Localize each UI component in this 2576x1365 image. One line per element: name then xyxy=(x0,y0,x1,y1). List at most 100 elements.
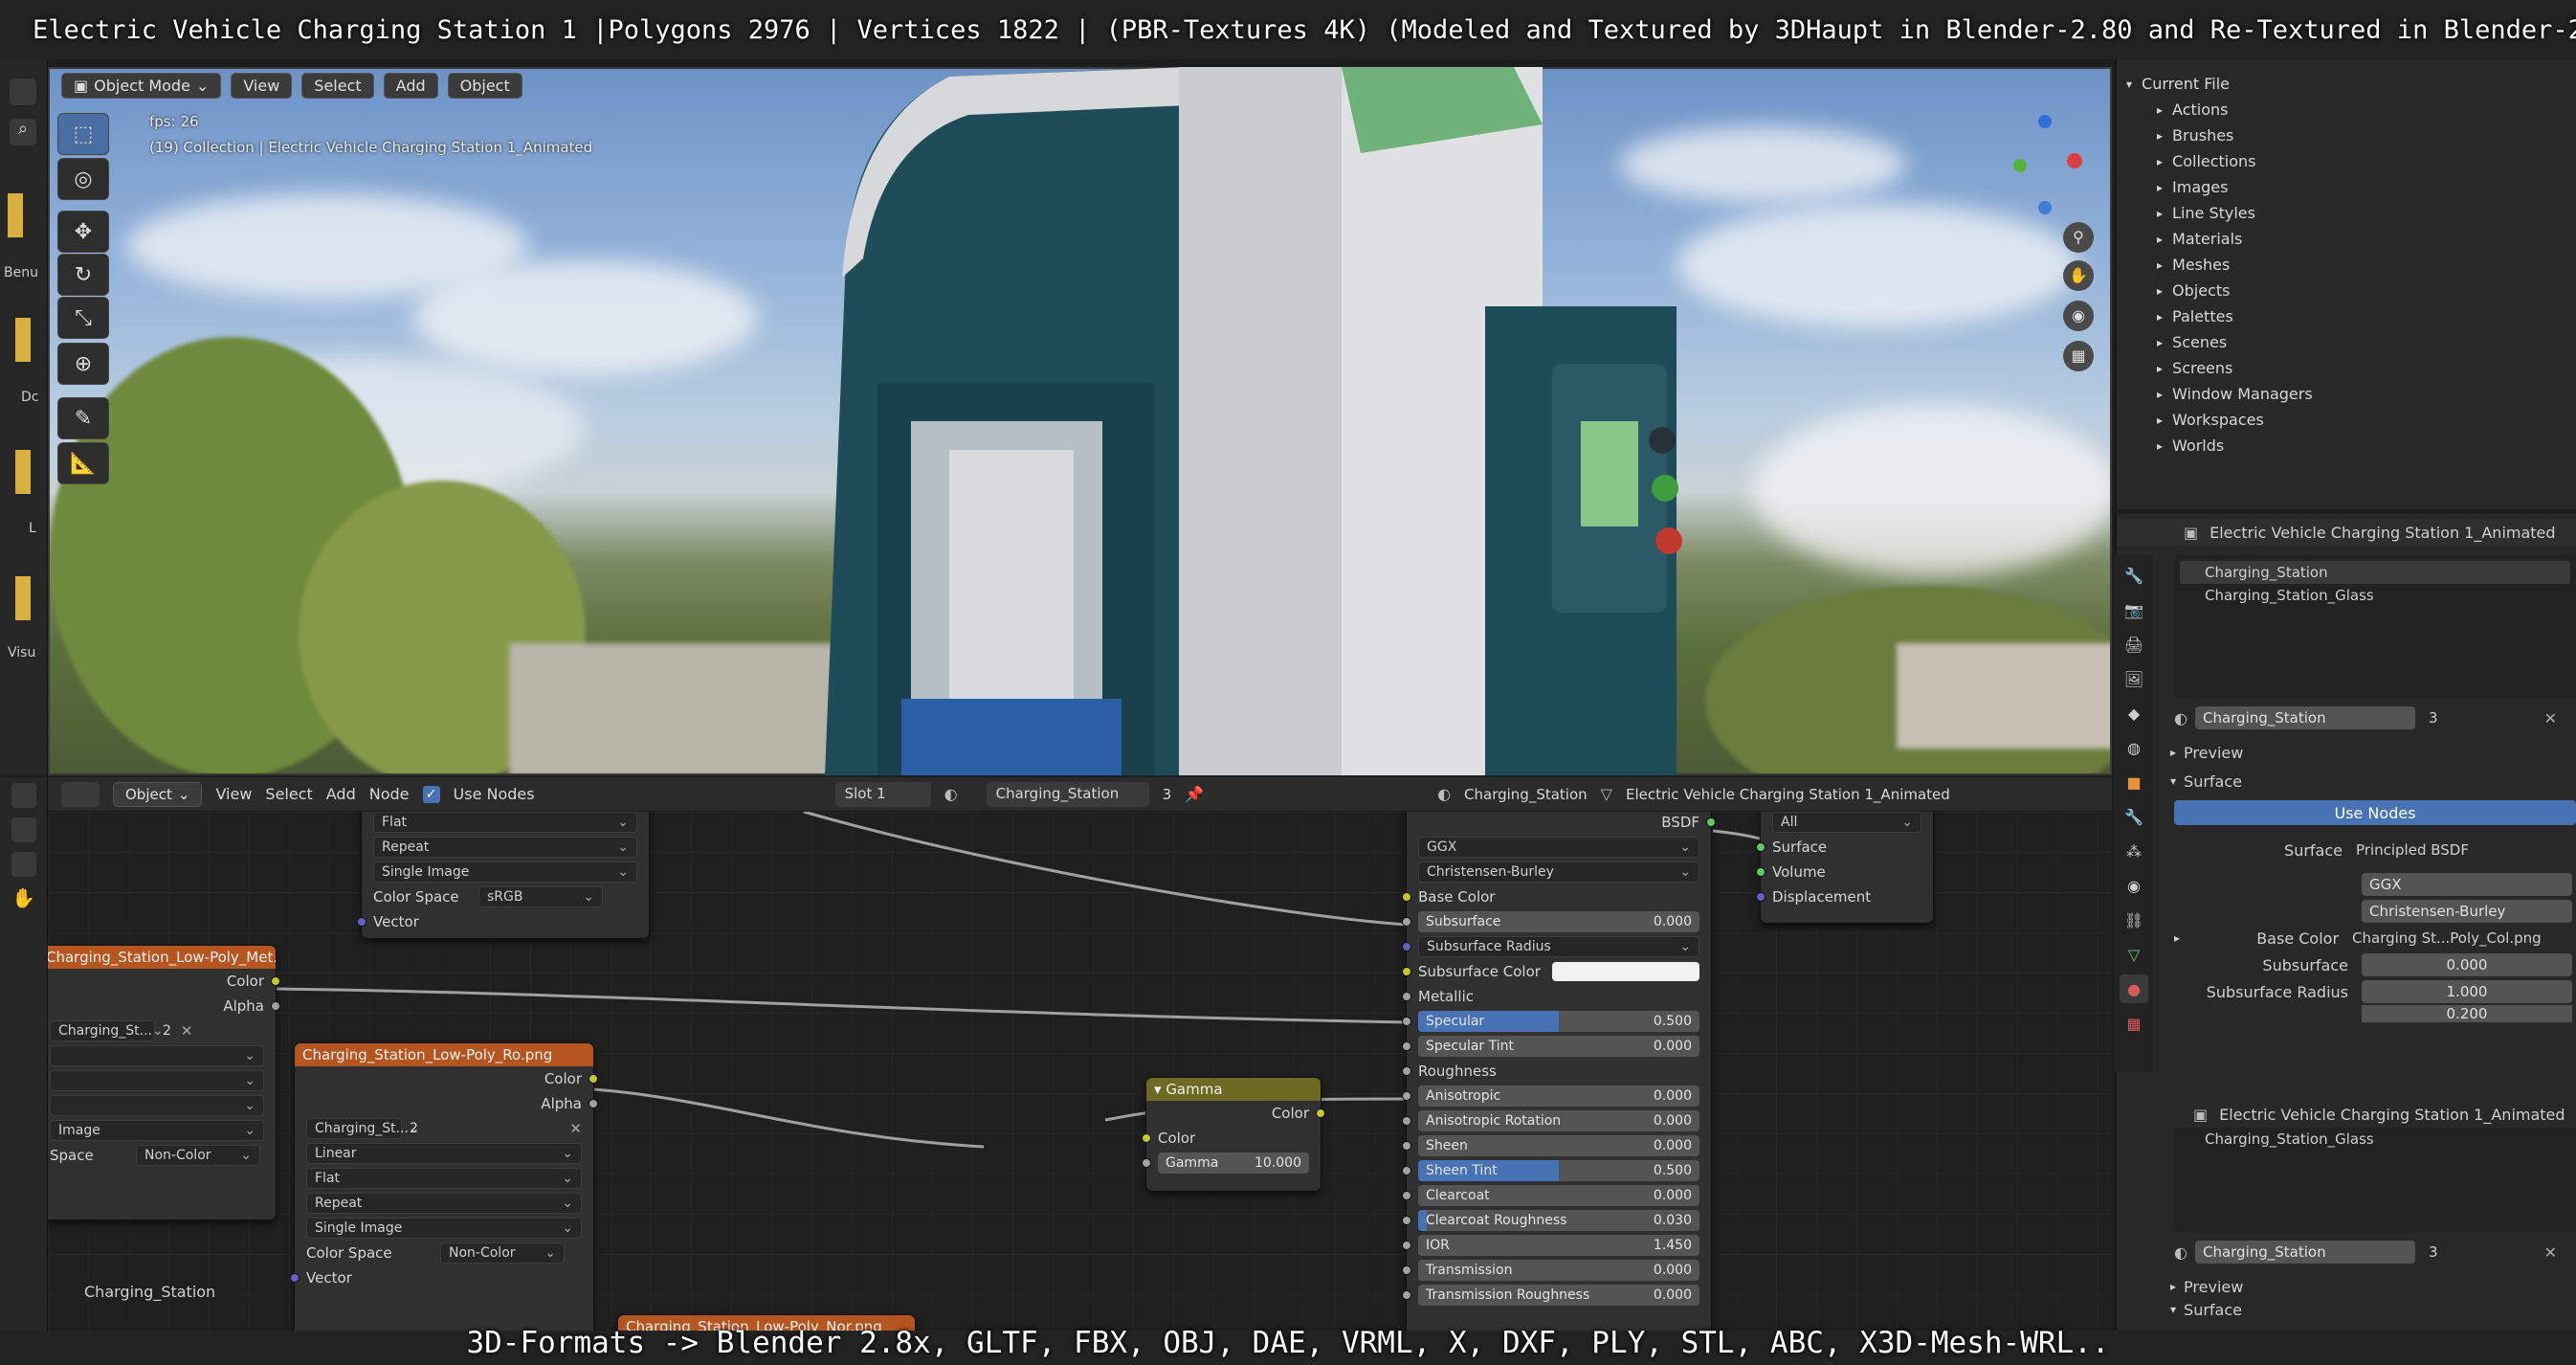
field-socket[interactable] xyxy=(1402,1241,1411,1250)
slot-item[interactable]: Charging_Station_Glass xyxy=(2180,584,2570,607)
object-type-dropdown[interactable]: Object ⌄ xyxy=(113,781,203,807)
add-menu[interactable]: Add xyxy=(326,785,356,803)
interpolation-dropdown[interactable] xyxy=(50,1045,264,1066)
field-socket[interactable] xyxy=(1402,1141,1411,1151)
outliner-item[interactable]: ▸ Meshes xyxy=(2157,252,2576,278)
outliner-item[interactable]: ▸ Worlds xyxy=(2157,433,2576,459)
node-canvas[interactable]: Flat Repeat Single Image Color Space sRGB… xyxy=(48,812,2112,1331)
slot-dropdown[interactable]: Slot 1 xyxy=(834,781,931,807)
close-icon[interactable]: ✕ xyxy=(2544,709,2557,727)
rotate-tool-icon[interactable]: ↻ xyxy=(57,254,109,296)
users-count[interactable]: 3 xyxy=(2429,709,2438,727)
editor-type-dropdown[interactable] xyxy=(61,781,100,807)
object-menu[interactable]: Object xyxy=(447,72,522,99)
image-texture-node[interactable]: Charging_Station_Low-Poly_Met.png Color … xyxy=(48,946,280,1220)
preview-panel-label[interactable]: Preview xyxy=(2184,1278,2243,1296)
base-color-socket[interactable] xyxy=(1402,892,1411,902)
preview-panel-label[interactable]: Preview xyxy=(2184,744,2243,762)
surface-panel-label[interactable]: Surface xyxy=(2184,772,2242,791)
bsdf-field[interactable]: Sheen Tint 0.500 xyxy=(1418,1160,1699,1181)
image-field[interactable]: Charging_St... xyxy=(50,1020,155,1041)
field-socket[interactable] xyxy=(1402,1017,1411,1026)
render-tab-icon[interactable]: 📷 xyxy=(2120,595,2148,624)
pan-hand-icon[interactable]: ✋ xyxy=(11,886,36,911)
bsdf-field[interactable]: IOR 1.450 xyxy=(1418,1235,1699,1256)
material-slot-list[interactable]: Charging_Station_Glass xyxy=(2174,1128,2576,1233)
color-space-dropdown[interactable]: sRGB xyxy=(478,886,603,907)
users-count[interactable]: 2 xyxy=(163,1023,171,1039)
projection-dropdown[interactable] xyxy=(50,1070,264,1091)
alpha-socket[interactable] xyxy=(588,1099,598,1108)
camera-icon[interactable]: ◉ xyxy=(2063,301,2094,331)
gamma-node[interactable]: ▾ Gamma Color Color Gamma 10.000 xyxy=(1142,1078,1325,1191)
extension-dropdown[interactable] xyxy=(50,1095,264,1116)
outliner-item[interactable]: ▸ Materials xyxy=(2157,226,2576,252)
use-nodes-button[interactable]: Use Nodes xyxy=(2174,800,2576,825)
slot-item[interactable]: Charging_Station xyxy=(2180,561,2570,584)
add-menu[interactable]: Add xyxy=(383,72,438,99)
subsurface-method-dropdown[interactable]: Christensen-Burley xyxy=(2362,900,2572,923)
gamma-field[interactable]: Gamma 10.000 xyxy=(1158,1152,1309,1174)
field-socket[interactable] xyxy=(1402,917,1411,927)
image-icon[interactable] xyxy=(11,817,36,842)
field-socket[interactable] xyxy=(1402,1265,1411,1275)
source-dropdown[interactable]: Single Image xyxy=(373,862,637,883)
output-tab-icon[interactable]: 🖨 xyxy=(2120,630,2148,659)
field-socket[interactable] xyxy=(1402,1191,1411,1200)
physics-tab-icon[interactable]: ◉ xyxy=(2120,871,2148,900)
bsdf-field[interactable]: Specular 0.500 xyxy=(1418,1011,1699,1032)
surface-socket[interactable] xyxy=(1756,842,1765,852)
bsdf-field[interactable]: Sheen 0.000 xyxy=(1418,1135,1699,1156)
surface-panel-label[interactable]: Surface xyxy=(2184,1301,2242,1319)
image-field[interactable]: Charging_St... xyxy=(306,1118,409,1139)
outliner-item[interactable]: ▸ Scenes xyxy=(2157,329,2576,355)
close-icon[interactable]: ✕ xyxy=(569,1120,582,1137)
field-socket[interactable] xyxy=(1402,1216,1411,1225)
pin-icon[interactable]: 📌 xyxy=(1185,785,1204,803)
principled-bsdf-node[interactable]: BSDF GGX Christensen-Burley Base Color S… xyxy=(1402,812,1716,1331)
outliner-item[interactable]: ▸ Brushes xyxy=(2157,123,2576,148)
view-menu[interactable]: View xyxy=(231,72,293,99)
users-count[interactable]: 3 xyxy=(2429,1243,2438,1261)
outliner-item[interactable]: ▸ Screens xyxy=(2157,355,2576,381)
scene-tab-icon[interactable]: ◆ xyxy=(2120,699,2148,727)
tool-icon[interactable] xyxy=(10,78,36,105)
extension-dropdown[interactable]: Repeat xyxy=(306,1193,582,1214)
distribution-dropdown[interactable]: GGX xyxy=(1418,837,1699,858)
bsdf-field[interactable]: Subsurface 0.000 xyxy=(1418,911,1699,932)
subsurface-field[interactable]: 0.000 xyxy=(2362,953,2572,976)
close-icon[interactable]: ✕ xyxy=(181,1022,193,1040)
subsurface-color-swatch[interactable] xyxy=(1552,962,1699,981)
field-socket[interactable] xyxy=(1402,1290,1411,1300)
transform-tool-icon[interactable]: ⊕ xyxy=(57,343,109,385)
data-tab-icon[interactable]: ▽ xyxy=(2120,940,2148,969)
subsurface-radius-field[interactable]: Subsurface Radius xyxy=(1418,936,1699,957)
displacement-socket[interactable] xyxy=(1756,892,1765,902)
material-slot-list[interactable]: Charging_Station Charging_Station_Glass xyxy=(2174,555,2576,699)
users-count[interactable]: 3 xyxy=(1163,786,1172,803)
object-tab-icon[interactable]: ■ xyxy=(2120,768,2148,796)
material-name-field[interactable]: Charging_Station xyxy=(2194,1241,2415,1264)
outliner-item[interactable]: ▸ Actions xyxy=(2157,97,2576,123)
bsdf-field[interactable]: Specular Tint 0.000 xyxy=(1418,1036,1699,1057)
color-space-dropdown[interactable]: Non-Color xyxy=(136,1145,260,1166)
measure-tool-icon[interactable]: 📐 xyxy=(57,442,109,484)
view-menu[interactable]: View xyxy=(215,785,252,803)
material-tab-icon[interactable]: ● xyxy=(2120,974,2148,1003)
material-field[interactable]: Charging_Station xyxy=(986,781,1149,807)
object-mode-dropdown[interactable]: ▣ Object Mode ⌄ xyxy=(61,72,222,99)
base-color-value[interactable]: Charging St...Poly_Col.png xyxy=(2352,929,2542,947)
select-menu[interactable]: Select xyxy=(301,72,374,99)
world-tab-icon[interactable]: ◍ xyxy=(2120,733,2148,762)
volume-socket[interactable] xyxy=(1756,867,1765,877)
color-space-dropdown[interactable]: Non-Color xyxy=(440,1242,565,1264)
bsdf-field[interactable]: Anisotropic Rotation 0.000 xyxy=(1418,1110,1699,1131)
color-socket[interactable] xyxy=(271,976,280,986)
users-count[interactable]: 2 xyxy=(410,1121,418,1136)
outliner-item[interactable]: ▸ Workspaces xyxy=(2157,407,2576,433)
material-output-node[interactable]: All Surface Volume Displacement xyxy=(1756,812,1933,923)
modifier-tab-icon[interactable]: 🔧 xyxy=(2120,802,2148,831)
outliner-item[interactable]: ▸ Window Managers xyxy=(2157,381,2576,407)
material-name-field[interactable]: Charging_Station xyxy=(2194,706,2415,729)
node-menu[interactable]: Node xyxy=(369,785,410,803)
